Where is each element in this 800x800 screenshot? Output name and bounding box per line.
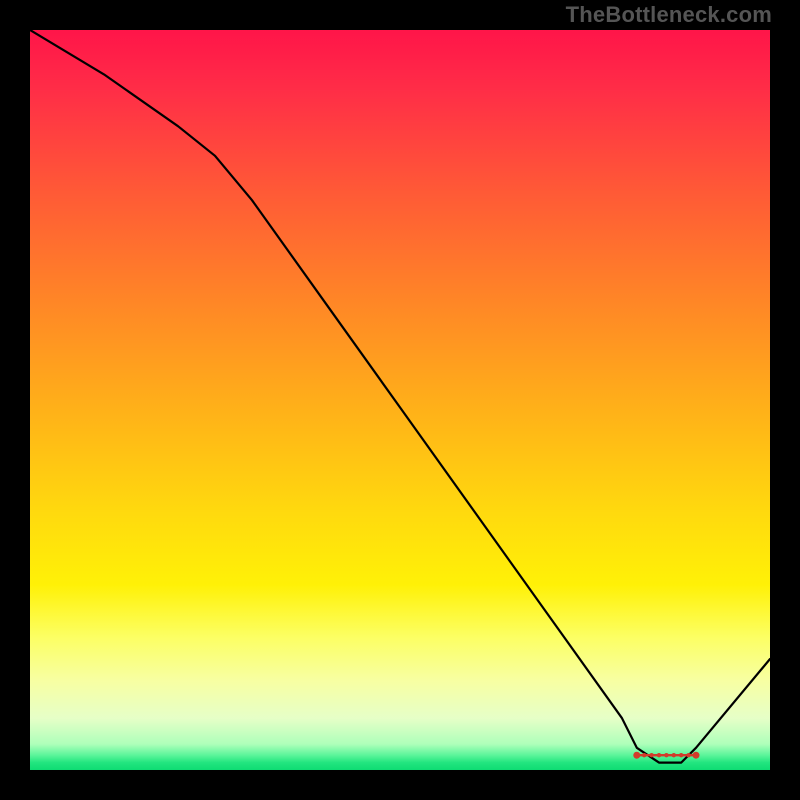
watermark-text: TheBottleneck.com [566, 2, 772, 28]
chart-overlay-svg [30, 30, 770, 770]
min-band-dot [633, 752, 640, 759]
chart-root: TheBottleneck.com [0, 0, 800, 800]
min-band-dot [642, 753, 646, 757]
min-band-dot [649, 753, 653, 757]
min-band-dot [693, 752, 700, 759]
min-band-dot [664, 753, 668, 757]
min-band-dot [686, 753, 690, 757]
curve-line [30, 30, 770, 763]
min-band-dot [679, 753, 683, 757]
plot-area [30, 30, 770, 770]
min-band-dot [657, 753, 661, 757]
min-band-dot [672, 753, 676, 757]
